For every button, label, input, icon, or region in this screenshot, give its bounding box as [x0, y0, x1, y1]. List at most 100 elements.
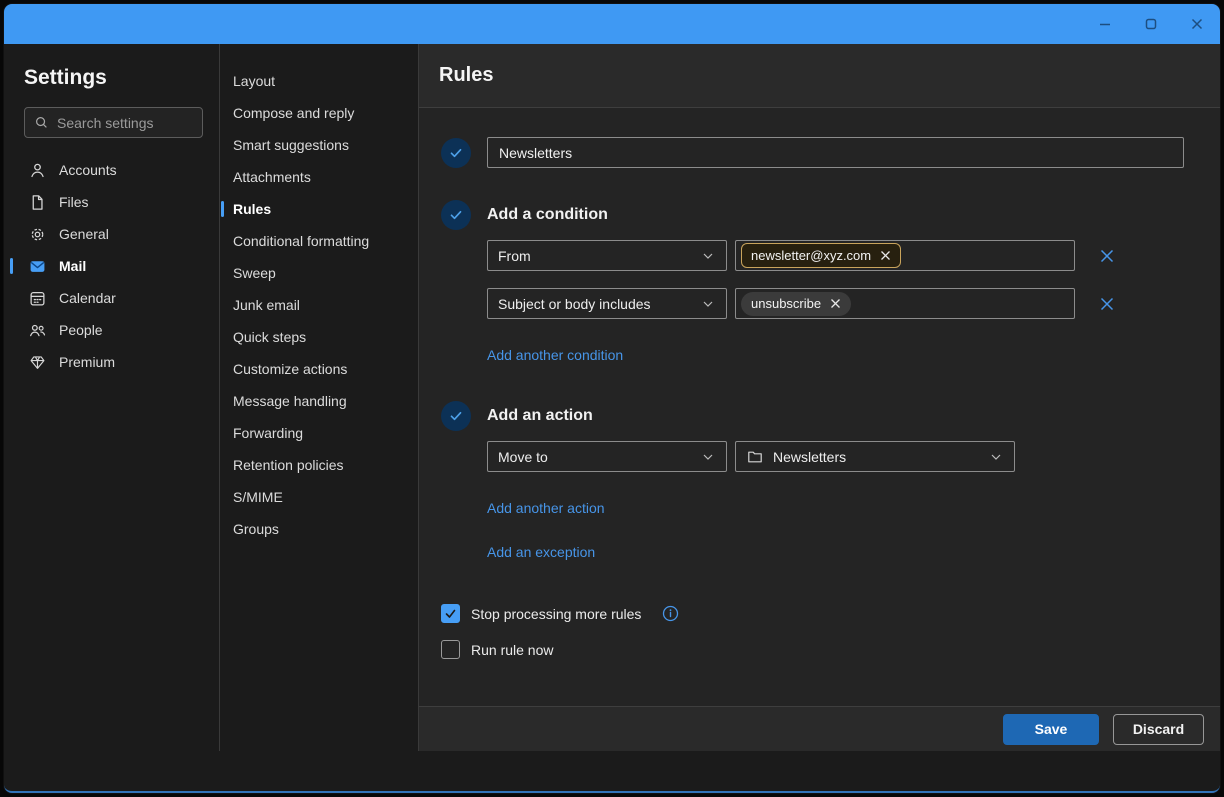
close-button[interactable] [1174, 4, 1220, 44]
action-rows: Move to Newsletters [487, 441, 1184, 562]
select-value: From [498, 248, 531, 264]
condition-links: Add another condition [487, 333, 1184, 365]
action-field-select[interactable]: Move to [487, 441, 727, 472]
nav-item-groups[interactable]: Groups [220, 513, 418, 545]
info-button[interactable] [662, 605, 679, 622]
nav-item-quick-steps[interactable]: Quick steps [220, 321, 418, 353]
condition-row: From newsletter@xyz.com [487, 240, 1184, 271]
sidebar-item-label: Accounts [59, 162, 117, 178]
chip-remove-icon[interactable] [880, 250, 891, 261]
condition-row: Subject or body includes unsubscribe [487, 288, 1184, 319]
sidebar-nav: Accounts Files General [4, 154, 219, 378]
nav-item-forwarding[interactable]: Forwarding [220, 417, 418, 449]
nav-item-compose-and-reply[interactable]: Compose and reply [220, 97, 418, 129]
select-value: Move to [498, 449, 548, 465]
selected-indicator [10, 258, 13, 274]
pane-footer: Save Discard [419, 706, 1220, 751]
page-title: Rules [439, 64, 493, 87]
sidebar-item-label: Calendar [59, 290, 116, 306]
condition-field-select[interactable]: Subject or body includes [487, 288, 727, 319]
action-row: Move to Newsletters [487, 441, 1184, 472]
nav-item-label: S/MIME [233, 489, 283, 505]
pane-header: Rules [419, 44, 1220, 108]
calendar-icon [29, 290, 46, 307]
nav-item-customize-actions[interactable]: Customize actions [220, 353, 418, 385]
nav-item-label: Conditional formatting [233, 233, 369, 249]
sidebar-item-label: Mail [59, 258, 86, 274]
add-an-exception-link[interactable]: Add an exception [487, 544, 595, 560]
settings-body: Settings Accounts [4, 44, 1220, 751]
sidebar-item-label: General [59, 226, 109, 242]
add-another-condition-link[interactable]: Add another condition [487, 347, 623, 363]
nav-item-label: Sweep [233, 265, 276, 281]
search-input[interactable] [57, 115, 238, 131]
folder-icon [746, 448, 763, 465]
sidebar-item-premium[interactable]: Premium [4, 346, 219, 378]
nav-item-smart-suggestions[interactable]: Smart suggestions [220, 129, 418, 161]
rules-pane: Rules Add a condi [419, 44, 1220, 751]
condition-value-field[interactable]: newsletter@xyz.com [735, 240, 1075, 271]
minimize-button[interactable] [1082, 4, 1128, 44]
settings-search[interactable] [24, 107, 203, 138]
sidebar-item-calendar[interactable]: Calendar [4, 282, 219, 314]
settings-title: Settings [24, 66, 219, 90]
nav-item-rules[interactable]: Rules [220, 193, 418, 225]
nav-item-layout[interactable]: Layout [220, 65, 418, 97]
minimize-icon [1097, 16, 1114, 33]
sidebar-item-accounts[interactable]: Accounts [4, 154, 219, 186]
diamond-icon [29, 354, 46, 371]
run-rule-checkbox[interactable] [441, 640, 460, 659]
nav-item-message-handling[interactable]: Message handling [220, 385, 418, 417]
nav-item-label: Junk email [233, 297, 300, 313]
nav-item-attachments[interactable]: Attachments [220, 161, 418, 193]
sidebar-item-files[interactable]: Files [4, 186, 219, 218]
search-icon [33, 114, 50, 131]
save-button[interactable]: Save [1003, 714, 1099, 745]
maximize-button[interactable] [1128, 4, 1174, 44]
sidebar-item-label: Premium [59, 354, 115, 370]
nav-item-label: Smart suggestions [233, 137, 349, 153]
run-rule-row: Run rule now [441, 640, 1184, 659]
condition-heading: Add a condition [487, 206, 608, 224]
mail-icon [29, 258, 46, 275]
chip-remove-icon[interactable] [830, 298, 841, 309]
nav-item-smime[interactable]: S/MIME [220, 481, 418, 513]
condition-rows: From newsletter@xyz.com [487, 240, 1184, 365]
nav-item-sweep[interactable]: Sweep [220, 257, 418, 289]
stop-processing-checkbox[interactable] [441, 604, 460, 623]
discard-button[interactable]: Discard [1113, 714, 1204, 745]
chevron-down-icon [987, 448, 1004, 465]
add-another-action-link[interactable]: Add another action [487, 500, 605, 516]
action-links: Add another action [487, 486, 1184, 518]
folder-picker[interactable]: Newsletters [735, 441, 1015, 472]
chip-label: newsletter@xyz.com [751, 248, 871, 263]
delete-condition-button[interactable] [1099, 248, 1115, 264]
value-chip[interactable]: unsubscribe [741, 292, 851, 316]
nav-item-junk-email[interactable]: Junk email [220, 289, 418, 321]
delete-condition-button[interactable] [1099, 296, 1115, 312]
step-complete-icon [441, 401, 471, 431]
sidebar-item-label: Files [59, 194, 89, 210]
condition-value-field[interactable]: unsubscribe [735, 288, 1075, 319]
sidebar-item-people[interactable]: People [4, 314, 219, 346]
sidebar-item-mail[interactable]: Mail [4, 250, 219, 282]
rule-editor: Add a condition From [419, 108, 1220, 706]
rule-name-input[interactable] [487, 137, 1184, 168]
window-titlebar[interactable] [4, 4, 1220, 44]
nav-item-label: Attachments [233, 169, 311, 185]
run-rule-label: Run rule now [471, 642, 554, 658]
gear-icon [29, 226, 46, 243]
select-value: Subject or body includes [498, 296, 651, 312]
value-chip[interactable]: newsletter@xyz.com [741, 243, 901, 268]
selected-indicator [221, 201, 224, 217]
folder-name: Newsletters [773, 449, 977, 465]
sidebar-item-general[interactable]: General [4, 218, 219, 250]
nav-item-label: Retention policies [233, 457, 344, 473]
sidebar-item-label: People [59, 322, 103, 338]
nav-item-label: Groups [233, 521, 279, 537]
nav-item-retention-policies[interactable]: Retention policies [220, 449, 418, 481]
condition-field-select[interactable]: From [487, 240, 727, 271]
nav-item-label: Customize actions [233, 361, 347, 377]
nav-item-label: Rules [233, 201, 271, 217]
nav-item-conditional-formatting[interactable]: Conditional formatting [220, 225, 418, 257]
